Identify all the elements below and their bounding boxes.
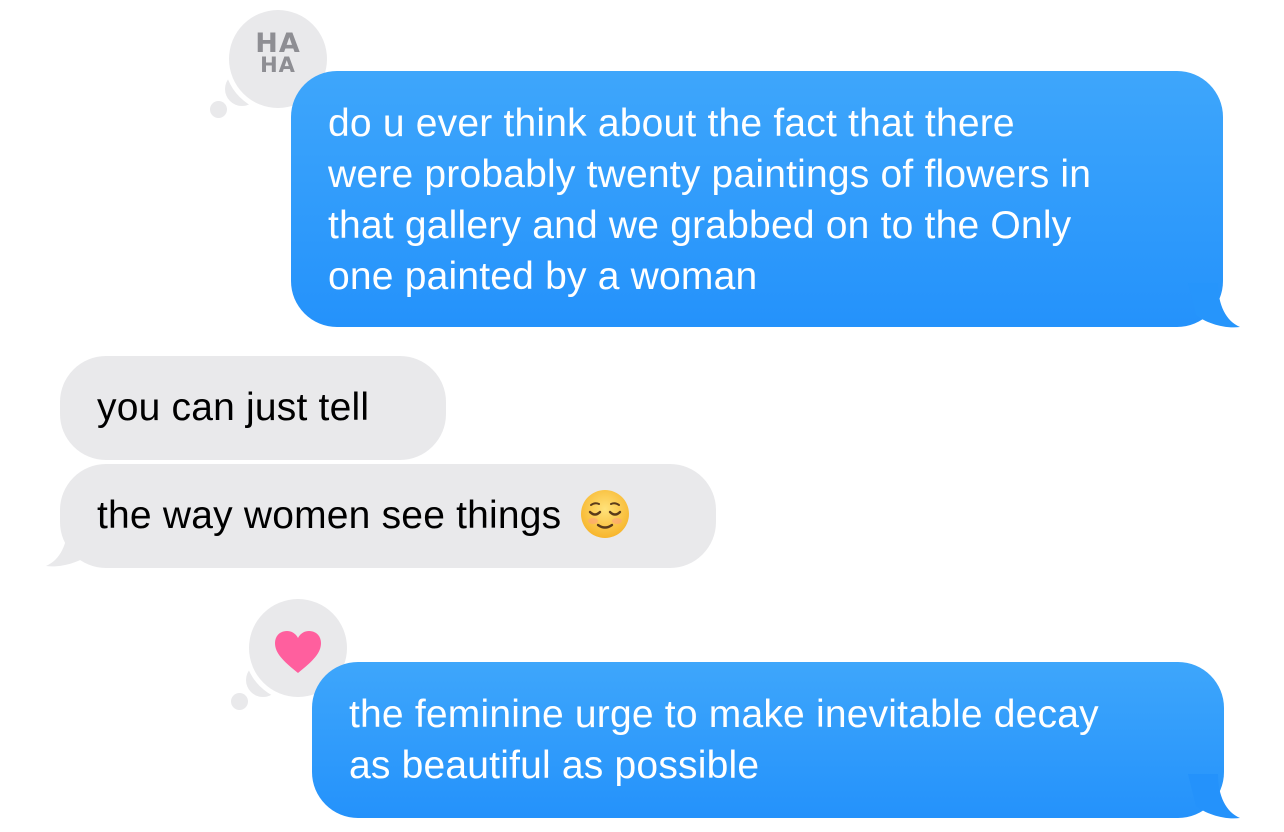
message-text-line: one painted by a woman — [328, 255, 758, 298]
message-text-line: that gallery and we grabbed on to the On… — [328, 204, 1072, 247]
received-bubble-tail — [46, 522, 98, 567]
sent-bubble-tail — [1188, 283, 1240, 328]
message-thread: HA HA do u ever think about the fact tha… — [0, 0, 1284, 832]
message-text-line: as beautiful as possible — [349, 744, 760, 787]
sent-message-bubble[interactable]: the feminine urge to make inevitable dec… — [312, 662, 1224, 818]
message-text-line: were probably twenty paintings of flower… — [328, 153, 1092, 196]
received-message-bubble[interactable]: you can just tell — [60, 356, 446, 460]
message-text-line: you can just tell — [97, 386, 370, 429]
haha-icon-bottom: HA — [260, 53, 296, 77]
tapback-tail-dot-small — [231, 693, 248, 710]
relieved-face-icon — [581, 489, 630, 538]
heart-icon — [275, 631, 321, 673]
received-message-bubble[interactable]: the way women see things — [60, 464, 716, 568]
message-text-line: the feminine urge to make inevitable dec… — [349, 693, 1099, 736]
tapback-tail-dot-small — [210, 101, 227, 118]
message-text-line: do u ever think about the fact that ther… — [328, 102, 1015, 145]
sent-message-bubble[interactable]: do u ever think about the fact that ther… — [291, 71, 1223, 327]
sent-bubble-tail — [1188, 774, 1240, 819]
message-text-line: the way women see things — [97, 489, 696, 541]
message-text: the way women see things — [97, 494, 562, 537]
